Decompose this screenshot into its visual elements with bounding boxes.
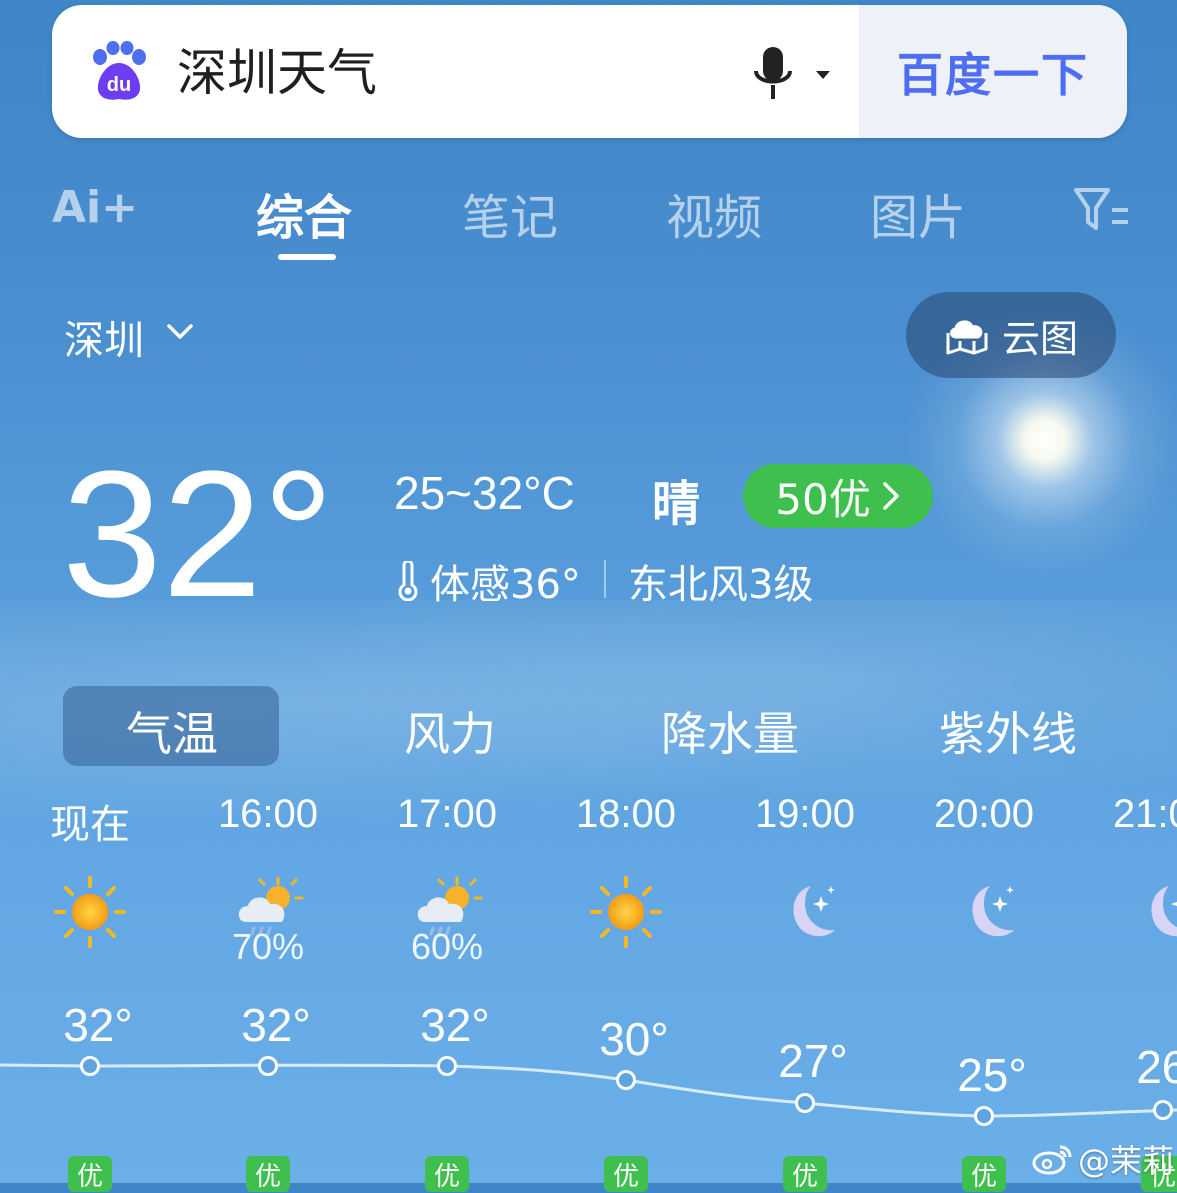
voice-dropdown-icon[interactable]	[816, 71, 830, 79]
moon-icon	[1123, 872, 1177, 952]
hour-time: 21:00	[1112, 792, 1177, 836]
tab-videos[interactable]: 视频	[666, 178, 762, 248]
hour-aqi-badge: 优	[246, 1156, 290, 1192]
curve-point	[795, 1093, 815, 1113]
hour-time: 20:00	[933, 792, 1035, 836]
temperature-range: 25~32°C	[394, 467, 575, 519]
cloud-map-button[interactable]: 云图	[906, 292, 1116, 378]
curve-point	[437, 1056, 457, 1076]
filter-icon[interactable]	[1072, 186, 1132, 232]
watermark-label: @茉莉	[1078, 1142, 1175, 1180]
weibo-icon	[1032, 1145, 1072, 1175]
feels-like: 体感36°	[394, 552, 581, 610]
moon-icon	[944, 872, 1024, 952]
cloud-map-icon	[946, 320, 988, 355]
hour-aqi-badge: 优	[783, 1156, 827, 1192]
moon-icon	[765, 872, 845, 952]
active-tab-indicator	[278, 254, 336, 260]
curve-point	[258, 1056, 278, 1076]
hour-time: 现在	[50, 803, 130, 847]
cloud-map-label: 云图	[1001, 316, 1078, 361]
metric-tab-uv[interactable]: 紫外线	[898, 698, 1118, 764]
hour-time: 19:00	[754, 792, 856, 836]
chevron-right-icon	[882, 482, 899, 510]
curve-point	[1153, 1100, 1173, 1120]
temperature-curve	[0, 1063, 1177, 1118]
chevron-down-icon[interactable]	[166, 322, 194, 342]
curve-point	[80, 1056, 100, 1076]
weather-condition: 晴	[652, 476, 701, 532]
current-temperature: 32°	[62, 434, 335, 635]
microphone-icon[interactable]	[752, 45, 794, 103]
search-bar: du 深圳天气 百度一下	[52, 5, 1127, 138]
search-button[interactable]: 百度一下	[859, 5, 1127, 138]
hour-time: 18:00	[575, 792, 677, 836]
thermometer-icon	[398, 561, 418, 601]
curve-point	[616, 1070, 636, 1090]
city-selector[interactable]: 深圳	[64, 308, 144, 366]
watermark: @茉莉	[1032, 1136, 1174, 1182]
feels-like-label: 体感36°	[430, 562, 581, 608]
baidu-logo-icon[interactable]: du	[88, 41, 150, 103]
aqi-badge[interactable]: 50优	[743, 464, 933, 528]
divider	[604, 560, 606, 598]
hour-aqi-badge: 优	[962, 1156, 1006, 1192]
hour-aqi-badge: 优	[604, 1156, 648, 1192]
tab-images[interactable]: 图片	[870, 178, 966, 248]
hour-aqi-badge: 优	[425, 1156, 469, 1192]
sun-icon	[586, 872, 666, 952]
wind-label: 东北风3级	[628, 562, 814, 608]
hour-time: 17:00	[396, 792, 498, 836]
hour-precip: 60%	[410, 926, 484, 967]
metric-tab-precipitation[interactable]: 降水量	[620, 698, 840, 764]
hour-time: 16:00	[217, 792, 319, 836]
tab-ai[interactable]: Ai+	[52, 182, 138, 233]
svg-text:du: du	[107, 74, 131, 96]
aqi-label: 50优	[775, 474, 871, 524]
sun-icon	[50, 872, 130, 952]
metric-tab-wind[interactable]: 风力	[340, 698, 560, 764]
curve-point	[974, 1106, 994, 1126]
tab-notes[interactable]: 笔记	[462, 178, 558, 248]
search-input[interactable]: 深圳天气	[177, 43, 377, 103]
tab-comprehensive[interactable]: 综合	[256, 178, 352, 248]
hour-aqi-badge: 优	[68, 1156, 112, 1192]
hour-precip: 70%	[231, 926, 305, 967]
metric-tab-temperature[interactable]: 气温	[62, 698, 282, 764]
